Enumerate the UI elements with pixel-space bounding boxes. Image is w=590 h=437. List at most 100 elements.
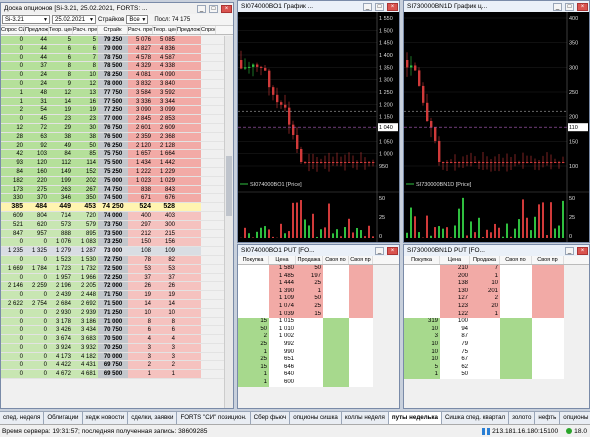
orderbook-row[interactable]: 1 50 bbox=[404, 371, 589, 379]
minimize-button[interactable]: _ bbox=[375, 246, 384, 255]
table-row[interactable]: 2 622 2 754 2 684 2 692 71 500 14 14 bbox=[1, 299, 225, 309]
instrument-select[interactable]: Si-3.21 ▼ bbox=[2, 15, 50, 24]
orderbook-row[interactable]: 210 7 bbox=[404, 265, 589, 273]
table-row[interactable]: 1 669 1 784 1 723 1 732 72 500 53 53 bbox=[1, 264, 225, 274]
minimize-button[interactable]: _ bbox=[197, 4, 206, 13]
table-row[interactable]: 0 24 9 12 78 000 3 832 3 840 bbox=[1, 79, 225, 89]
orderbook-row[interactable]: 1 600 bbox=[238, 378, 399, 387]
table-row[interactable]: 001 076 1 083 73 250 150 156 bbox=[1, 238, 225, 248]
column-header[interactable]: Предлож bbox=[177, 26, 201, 34]
close-button[interactable]: × bbox=[387, 2, 398, 11]
chart2-titlebar[interactable]: SI730000BN1D График ц... _ □ × bbox=[404, 1, 589, 12]
table-row[interactable]: 173 275 263 267 74 750 838 843 bbox=[1, 185, 225, 195]
orderbook-row[interactable]: 1 390 1 bbox=[238, 287, 399, 296]
orderbook2-titlebar[interactable]: SI730000BN1D PUT [FO... _ × bbox=[404, 245, 589, 256]
orderbook-row[interactable]: 10 79 bbox=[404, 340, 589, 349]
column-header[interactable]: Своя пр bbox=[532, 256, 564, 264]
orderbook-row[interactable]: 21 002 bbox=[238, 333, 399, 341]
column-header[interactable]: Теор. цена bbox=[153, 26, 177, 34]
table-row[interactable]: 003 426 3 434 70 750 6 6 bbox=[1, 326, 225, 336]
scroll-thumb[interactable] bbox=[226, 156, 232, 216]
orderbook-row[interactable]: 122 1 bbox=[404, 310, 589, 319]
table-row[interactable]: 002 439 2 448 71 750 19 19 bbox=[1, 291, 225, 300]
orderbook1-titlebar[interactable]: SI074000BO1 PUT [FO... _ × bbox=[238, 245, 399, 256]
table-row[interactable]: 521 620 573 579 73 750 297 300 bbox=[1, 220, 225, 230]
orderbook-row[interactable]: 1 485 197 bbox=[238, 272, 399, 281]
table-row[interactable]: 1 31 14 16 77 500 3 336 3 344 bbox=[1, 97, 225, 107]
table-row[interactable]: 0 45 23 23 77 000 2 845 2 853 bbox=[1, 115, 225, 124]
candlestick-chart-1[interactable]: 1 550 1 500 1 450 1 400 1 350 1 300 1 250 1 200… bbox=[238, 12, 399, 242]
orderbook-row[interactable]: 3 87 bbox=[404, 333, 589, 341]
table-row[interactable]: 001 957 1 966 72 250 37 37 bbox=[1, 273, 225, 283]
table-row[interactable]: 28 63 38 38 76 500 2 359 2 368 bbox=[1, 132, 225, 142]
table-row[interactable]: 330 370 346 350 74 500 671 676 bbox=[1, 194, 225, 204]
minimize-button[interactable]: _ bbox=[363, 2, 372, 11]
maximize-button[interactable]: □ bbox=[375, 2, 384, 11]
orderbook-row[interactable]: 1 109 50 bbox=[238, 295, 399, 303]
orderbook-row[interactable]: 1 039 15 bbox=[238, 310, 399, 319]
chart1-titlebar[interactable]: SI074000BO1 График ... _ □ × bbox=[238, 1, 399, 12]
table-row[interactable]: 003 178 3 186 71 000 8 8 bbox=[1, 317, 225, 327]
table-row[interactable]: 0 37 8 8 78 500 4 329 4 338 bbox=[1, 62, 225, 72]
orderbook-row[interactable]: 25 651 bbox=[238, 356, 399, 364]
workspace-tab[interactable]: FORTS "СИ" позицион. bbox=[177, 412, 251, 424]
table-row[interactable]: 001 523 1 530 72 750 78 82 bbox=[1, 255, 225, 265]
close-button[interactable]: × bbox=[577, 246, 588, 255]
table-row[interactable]: 847 957 888 895 73 500 212 215 bbox=[1, 229, 225, 239]
table-row[interactable]: 003 674 3 683 70 500 4 4 bbox=[1, 335, 225, 344]
table-row[interactable]: 003 924 3 932 70 250 3 3 bbox=[1, 343, 225, 353]
table-row[interactable]: 1 235 1 325 1 279 1 287 73 000 108 109 bbox=[1, 247, 225, 256]
table-row[interactable]: 2 146 2 259 2 196 2 205 72 000 26 26 bbox=[1, 282, 225, 292]
orderbook-row[interactable]: 1 990 bbox=[238, 348, 399, 357]
column-header[interactable]: Расч. прев bbox=[73, 26, 98, 34]
column-header[interactable]: Своя по bbox=[500, 256, 532, 264]
column-header[interactable]: Предлож bbox=[25, 26, 49, 34]
column-header[interactable]: Страйк bbox=[98, 26, 128, 34]
minimize-button[interactable]: _ bbox=[553, 2, 562, 11]
maximize-button[interactable]: □ bbox=[209, 4, 218, 13]
board-scrollbar[interactable] bbox=[224, 36, 233, 408]
board-titlebar[interactable]: Доска опционов [Si-3.21, 25.02.2021, FOR… bbox=[1, 3, 233, 14]
workspace-tab[interactable]: путы неделька bbox=[388, 412, 442, 424]
table-row[interactable]: 1 48 12 13 77 750 3 584 3 592 bbox=[1, 88, 225, 98]
table-row[interactable]: 12 72 29 30 76 750 2 601 2 609 bbox=[1, 123, 225, 133]
orderbook-row[interactable]: 123 20 bbox=[404, 302, 589, 311]
column-header[interactable]: Покупка bbox=[238, 256, 269, 264]
orderbook-row[interactable]: 127 2 bbox=[404, 295, 589, 303]
orderbook-row[interactable]: 130 201 bbox=[404, 287, 589, 296]
workspace-tab[interactable]: золото bbox=[509, 412, 536, 424]
workspace-tab[interactable]: Облигации bbox=[44, 412, 83, 424]
table-row[interactable]: 609 804 714 720 74 000 400 403 bbox=[1, 211, 225, 221]
table-row[interactable]: 2 54 19 19 77 250 3 090 3 099 bbox=[1, 106, 225, 116]
column-header[interactable]: Цена bbox=[269, 256, 296, 264]
table-row[interactable]: 182 220 199 202 75 000 1 023 1 029 bbox=[1, 176, 225, 186]
close-button[interactable]: × bbox=[577, 2, 588, 11]
workspace-tab[interactable]: сделки, заявки bbox=[128, 412, 178, 424]
close-button[interactable]: × bbox=[221, 4, 232, 13]
orderbook-row[interactable]: 25 992 bbox=[238, 340, 399, 349]
column-header[interactable]: Цена bbox=[440, 256, 470, 264]
workspace-tab[interactable]: спед. неделя bbox=[0, 412, 45, 424]
workspace-tab[interactable]: хедж новости bbox=[82, 412, 129, 424]
table-row[interactable]: 004 672 4 681 69 500 1 1 bbox=[1, 370, 225, 380]
table-row[interactable]: 0 44 5 5 79 250 5 076 5 085 bbox=[1, 36, 225, 45]
column-header[interactable]: Продажа bbox=[470, 256, 500, 264]
orderbook-row[interactable]: 1 444 25 bbox=[238, 280, 399, 288]
orderbook-row[interactable]: 10 75 bbox=[404, 348, 589, 357]
table-row[interactable]: 004 422 4 431 69 750 2 2 bbox=[1, 361, 225, 371]
column-header[interactable]: Теор. цена bbox=[49, 26, 73, 34]
maximize-button[interactable]: □ bbox=[565, 2, 574, 11]
column-header[interactable]: Покупка bbox=[404, 256, 440, 264]
orderbook-row[interactable]: 1 074 25 bbox=[238, 302, 399, 311]
table-row[interactable]: 0 44 6 7 78 750 4 578 4 587 bbox=[1, 53, 225, 63]
table-row[interactable]: 002 930 2 939 71 250 10 10 bbox=[1, 308, 225, 318]
workspace-tab[interactable]: опционы сишка bbox=[290, 412, 342, 424]
workspace-tab[interactable]: Сишка спед. квартал bbox=[441, 412, 510, 424]
orderbook-row[interactable]: 1 640 bbox=[238, 371, 399, 379]
column-header[interactable]: Своя пр bbox=[349, 256, 373, 264]
orderbook-row[interactable]: 5 62 bbox=[404, 363, 589, 372]
column-header[interactable]: Расч. прев bbox=[128, 26, 153, 34]
orderbook-row[interactable]: 200 1 bbox=[404, 272, 589, 281]
orderbook-row[interactable]: 15 646 bbox=[238, 363, 399, 372]
workspace-tab[interactable]: опционы ртс bbox=[560, 412, 590, 424]
